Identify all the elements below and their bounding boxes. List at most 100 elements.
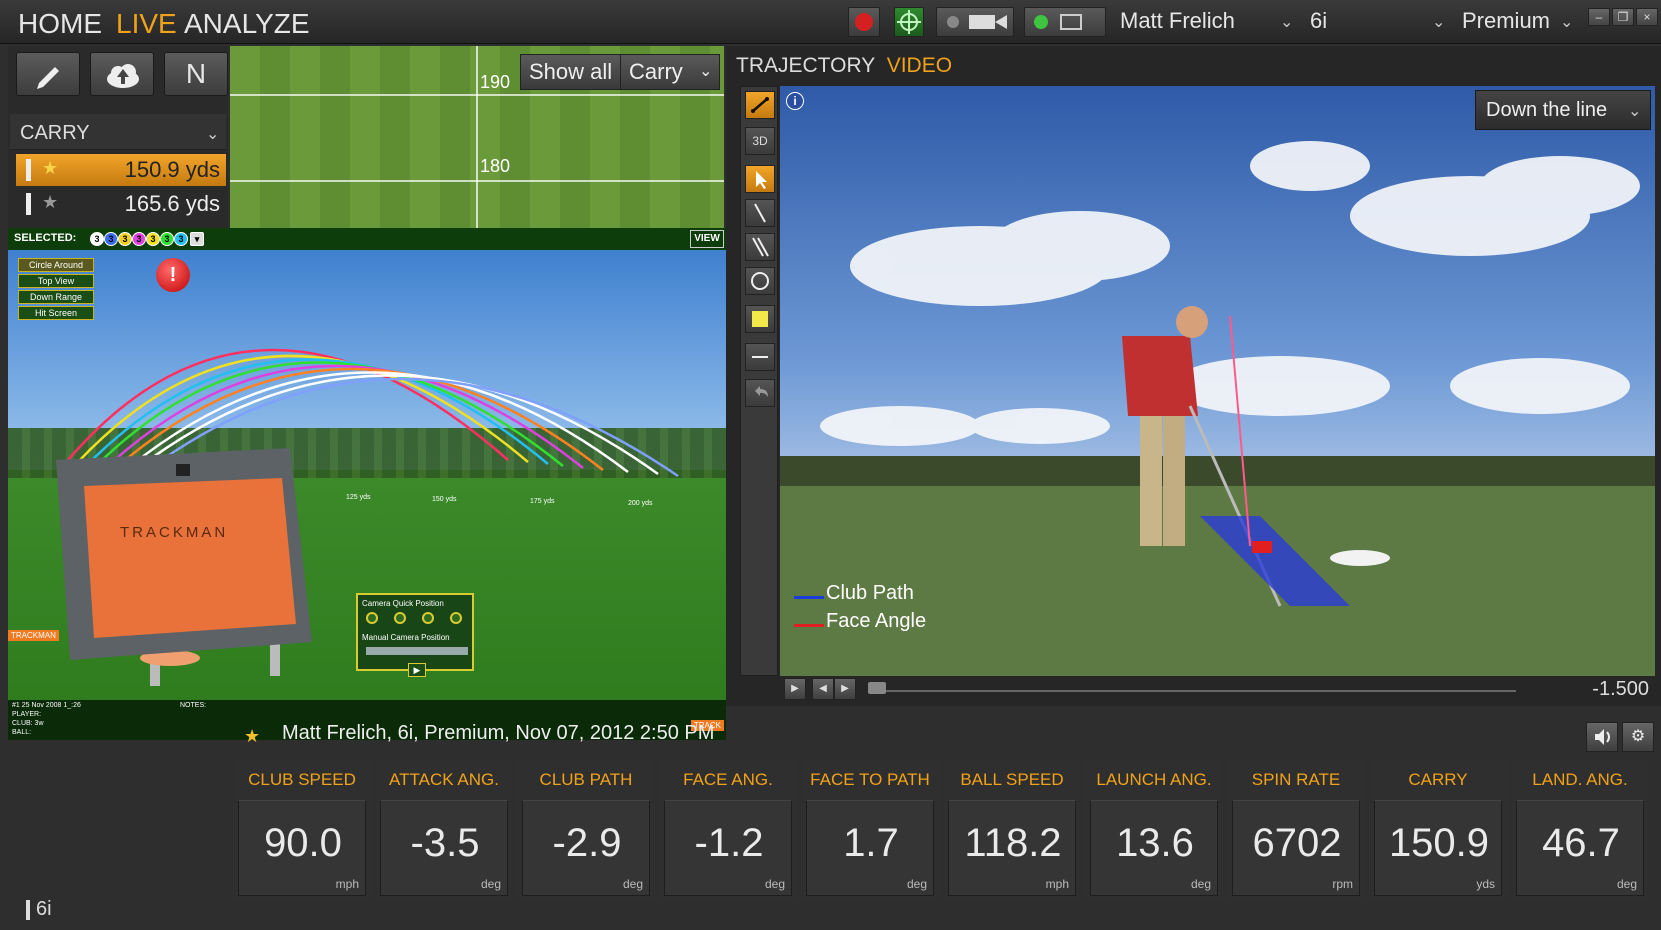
shot-selector[interactable]: 3 <box>160 232 174 246</box>
line-width-button[interactable] <box>745 343 775 371</box>
target-button[interactable] <box>894 7 924 37</box>
line-tool-button[interactable] <box>745 91 775 119</box>
view-button[interactable]: VIEW <box>690 230 724 248</box>
3d-tool-button[interactable]: 3D <box>745 127 775 155</box>
notes-shot: #1 25 Nov 2008 1_:26 <box>12 702 81 709</box>
shot-row[interactable]: ★ 150.9 yds <box>16 154 226 186</box>
tab-trajectory[interactable]: TRAJECTORY <box>736 54 875 77</box>
color-swatch-button[interactable] <box>745 305 775 333</box>
nav-live[interactable]: LIVE <box>116 8 177 40</box>
stat-label: CARRY <box>1408 770 1468 789</box>
stat-label: CLUB PATH <box>539 770 633 789</box>
circle-tool-button[interactable] <box>745 267 775 295</box>
double-line-button[interactable] <box>745 233 775 261</box>
n-button[interactable]: N <box>164 52 228 96</box>
down-range-button[interactable]: Down Range <box>18 290 94 304</box>
stat-label: FACE TO PATH <box>810 770 930 789</box>
stat-box: 90.0 mph <box>238 800 366 896</box>
pencil-button[interactable] <box>16 52 80 96</box>
play-button[interactable]: ▶ <box>784 678 806 700</box>
stat-tile[interactable]: LAND. ANG. 46.7 deg <box>1512 760 1648 900</box>
hit-screen-button[interactable]: Hit Screen <box>18 306 94 320</box>
nav-home[interactable]: HOME <box>18 8 102 40</box>
sound-button[interactable] <box>1586 722 1618 752</box>
shot-row[interactable]: ★ 165.6 yds <box>16 188 226 220</box>
camera-preset[interactable] <box>366 612 378 624</box>
star-icon[interactable]: ★ <box>42 192 58 213</box>
cloud-upload-icon <box>107 64 139 88</box>
camera-preset[interactable] <box>450 612 462 624</box>
device-status-button[interactable] <box>1024 7 1106 37</box>
stat-tile[interactable]: ATTACK ANG. -3.5 deg <box>376 760 512 900</box>
restore-button[interactable]: ❐ <box>1612 8 1634 26</box>
close-button[interactable]: × <box>1636 8 1658 26</box>
chevron-down-icon[interactable]: ▾ <box>190 232 204 246</box>
shot-selector[interactable]: 3 <box>132 232 146 246</box>
timeline-handle[interactable] <box>868 682 886 694</box>
range-metric-dropdown[interactable]: Carry ⌄ <box>620 54 720 90</box>
swing-video[interactable]: i Down the line ⌄ Club Path Face Angle <box>780 86 1655 676</box>
tab-video[interactable]: VIDEO <box>887 54 952 77</box>
circle-around-button[interactable]: Circle Around <box>18 258 94 272</box>
top-view-button[interactable]: Top View <box>18 274 94 288</box>
stat-tile[interactable]: CLUB SPEED 90.0 mph <box>234 760 370 900</box>
camera-view-dropdown[interactable]: Down the line ⌄ <box>1475 90 1651 130</box>
stat-tile[interactable]: FACE TO PATH 1.7 deg <box>802 760 938 900</box>
session-info: Matt Frelich, 6i, Premium, Nov 07, 2012 … <box>282 722 715 744</box>
cloud-upload-button[interactable] <box>90 52 154 96</box>
stat-value: 46.7 <box>1542 821 1620 865</box>
stat-value: -2.9 <box>552 821 622 865</box>
camera-position-panel: Camera Quick Position Manual Camera Posi… <box>356 593 474 677</box>
shot-selector[interactable]: 3 <box>118 232 132 246</box>
club-select[interactable]: 6i <box>1310 8 1327 34</box>
pointer-tool-button[interactable] <box>745 165 775 193</box>
range-strip-view[interactable]: 190 180 Show all Carry ⌄ <box>230 46 724 228</box>
line-draw-icon <box>754 203 766 223</box>
device-brand: TRACKMAN <box>120 524 229 541</box>
stat-box: 118.2 mph <box>948 800 1076 896</box>
video-timeline[interactable] <box>876 690 1516 692</box>
step-back-button[interactable]: ◀ <box>812 678 834 700</box>
camera-preset[interactable] <box>422 612 434 624</box>
star-icon[interactable]: ★ <box>42 158 58 179</box>
player-select[interactable]: Matt Frelich <box>1120 8 1235 34</box>
stat-tile[interactable]: BALL SPEED 118.2 mph <box>944 760 1080 900</box>
stat-unit: deg <box>480 877 501 891</box>
shot-selector[interactable]: 3 <box>174 232 188 246</box>
minimize-button[interactable]: – <box>1588 8 1610 26</box>
shot-selector[interactable]: 3 <box>146 232 160 246</box>
stat-tile[interactable]: CLUB PATH -2.9 deg <box>518 760 654 900</box>
alert-icon[interactable]: ! <box>156 258 190 292</box>
stat-tile[interactable]: SPIN RATE 6702 rpm <box>1228 760 1364 900</box>
stat-tile[interactable]: FACE ANG. -1.2 deg <box>660 760 796 900</box>
star-icon[interactable]: ★ <box>244 726 260 747</box>
stats-row: CLUB SPEED 90.0 mph ATTACK ANG. -3.5 deg CLUB … <box>234 760 1661 900</box>
double-line-icon <box>752 237 769 257</box>
camera-preset[interactable] <box>394 612 406 624</box>
undo-button[interactable] <box>745 379 775 407</box>
info-icon[interactable]: i <box>786 92 804 110</box>
stat-box: 6702 rpm <box>1232 800 1360 896</box>
shot-selector[interactable]: 3 <box>104 232 118 246</box>
record-button[interactable] <box>848 7 880 37</box>
camera-quick-position-label: Camera Quick Position <box>362 599 444 608</box>
trackman-app: HOME LIVE ANALYZE Matt Frelich ⌄ 6i ⌄ Pr… <box>0 0 1661 930</box>
shot-selector[interactable]: 3 <box>90 232 104 246</box>
camera-slider[interactable] <box>366 647 468 655</box>
stat-value: 118.2 <box>964 821 1062 865</box>
show-all-button[interactable]: Show all <box>520 54 622 90</box>
settings-button[interactable]: ⚙ <box>1622 722 1654 752</box>
draw-line-button[interactable] <box>745 199 775 227</box>
stat-tile[interactable]: CARRY 150.9 yds <box>1370 760 1506 900</box>
nav-analyze[interactable]: ANALYZE <box>184 8 310 40</box>
ball-select[interactable]: Premium <box>1462 8 1550 34</box>
selection-header: SELECTED: 3 3 3 3 3 3 3 ▾ VIEW <box>8 228 726 250</box>
step-forward-button[interactable]: ▶ <box>834 678 856 700</box>
stat-unit: mph <box>335 877 359 891</box>
stat-tile[interactable]: LAUNCH ANG. 13.6 deg <box>1086 760 1222 900</box>
camera-toggle-button[interactable] <box>936 7 1014 37</box>
play-button[interactable]: ▶ <box>408 663 426 677</box>
chevron-down-icon: ⌄ <box>1628 103 1642 120</box>
trajectory-3d-view[interactable]: SELECTED: 3 3 3 3 3 3 3 ▾ VIEW Circle Ar… <box>8 228 726 740</box>
metric-dropdown[interactable]: CARRY ⌄ <box>10 114 226 150</box>
